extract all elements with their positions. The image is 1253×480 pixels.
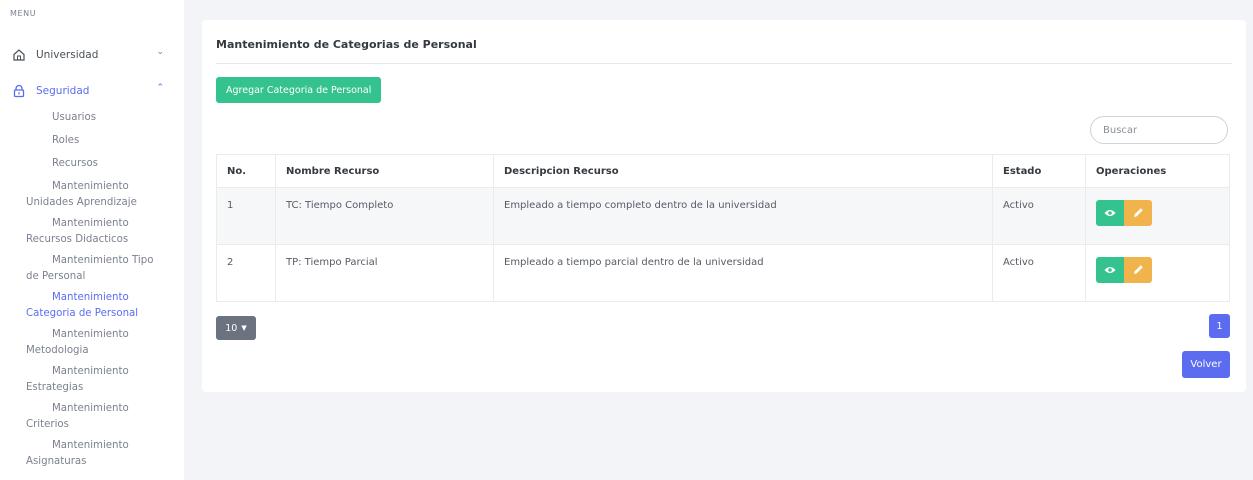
search-input[interactable] [1090,116,1228,144]
caret-down-icon: ▼ [241,324,247,332]
sub-item-asignaturas[interactable]: Mantenimiento Asignaturas [0,438,129,470]
page-title: Mantenimiento de Categorias de Personal [216,38,477,51]
sub-item-criterios[interactable]: Mantenimiento Criterios [0,401,129,433]
eye-icon [1104,206,1116,221]
categories-table: No. Nombre Recurso Descripcion Recurso E… [216,154,1230,302]
sub-item-roles[interactable]: Roles [0,133,79,149]
title-divider [216,63,1232,64]
view-button[interactable] [1096,200,1124,226]
cell-descripcion: Empleado a tiempo parcial dentro de la u… [493,244,993,302]
cell-estado: Activo [992,244,1086,302]
col-header-estado: Estado [992,154,1086,188]
edit-button[interactable] [1124,200,1152,226]
operations-group [1096,257,1219,283]
menu-title: MENU [10,9,37,18]
back-button[interactable]: Volver [1182,351,1230,378]
table-header-row: No. Nombre Recurso Descripcion Recurso E… [216,154,1230,188]
sub-item-usuarios[interactable]: Usuarios [0,110,96,126]
view-button[interactable] [1096,257,1124,283]
nav-seguridad[interactable]: Seguridad ⌃ [10,80,170,102]
cell-estado: Activo [992,187,1086,245]
col-header-operaciones: Operaciones [1085,154,1230,188]
cell-operaciones [1085,244,1230,302]
page-size-dropdown[interactable]: 10 ▼ [216,316,256,340]
nav-universidad[interactable]: Universidad ⌄ [10,44,170,66]
eye-icon [1104,263,1116,278]
sub-item-categoria-personal[interactable]: Mantenimiento Categoria de Personal [0,290,138,322]
chevron-down-icon: ⌄ [156,47,164,57]
cell-operaciones [1085,187,1230,245]
sub-item-recursos[interactable]: Recursos [0,156,98,172]
cell-no: 2 [216,244,276,302]
pencil-icon [1133,206,1144,221]
sub-item-estrategias[interactable]: Mantenimiento Estrategias [0,364,129,396]
cell-nombre: TP: Tiempo Parcial [275,244,494,302]
add-category-button[interactable]: Agregar Categoria de Personal [216,77,382,103]
lock-icon [10,82,28,100]
cell-no: 1 [216,187,276,245]
nav-universidad-label: Universidad [36,49,99,61]
sub-item-tipo-personal[interactable]: Mantenimiento Tipo de Personal [0,253,153,285]
col-header-nombre: Nombre Recurso [275,154,494,188]
pagination-page-button[interactable]: 1 [1209,314,1230,338]
home-icon [10,46,28,64]
sub-item-metodologia[interactable]: Mantenimiento Metodologia [0,327,129,359]
main-card: Mantenimiento de Categorias de Personal … [202,20,1246,392]
col-header-no: No. [216,154,276,188]
edit-button[interactable] [1124,257,1152,283]
cell-nombre: TC: Tiempo Completo [275,187,494,245]
nav-seguridad-label: Seguridad [36,85,90,97]
operations-group [1096,200,1219,226]
table-row: 2 TP: Tiempo Parcial Empleado a tiempo p… [216,244,1230,302]
table-row: 1 TC: Tiempo Completo Empleado a tiempo … [216,187,1230,245]
sub-item-unidades-aprendizaje[interactable]: Mantenimiento Unidades Aprendizaje [0,179,137,211]
pencil-icon [1133,263,1144,278]
sub-item-recursos-didacticos[interactable]: Mantenimiento Recursos Didacticos [0,216,129,248]
sidebar: MENU Universidad ⌄ Seguridad ⌃ Usuarios … [0,0,184,480]
cell-descripcion: Empleado a tiempo completo dentro de la … [493,187,993,245]
chevron-up-icon: ⌃ [156,83,164,93]
page-size-value: 10 [225,322,238,334]
col-header-descripcion: Descripcion Recurso [493,154,993,188]
